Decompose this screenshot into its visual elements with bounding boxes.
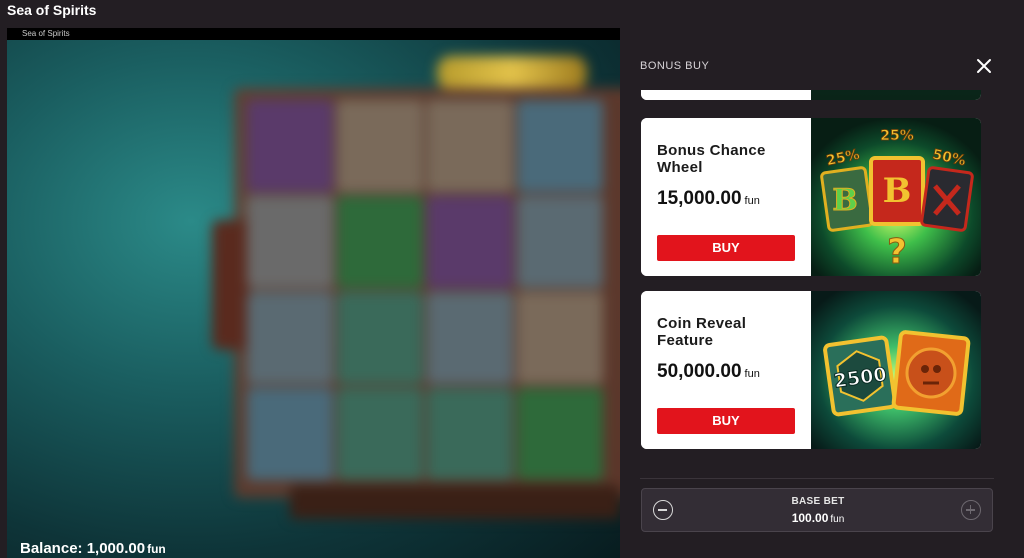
- reel-symbol: [517, 292, 603, 384]
- close-icon: [977, 59, 991, 73]
- reel-symbol: [517, 388, 603, 480]
- reel-symbol: [427, 196, 513, 288]
- reel-symbol: [247, 196, 333, 288]
- reel-symbol: [337, 196, 423, 288]
- reel-symbol: [247, 388, 333, 480]
- balance-unit: fun: [147, 542, 166, 556]
- card-name: Bonus Chance Wheel: [657, 142, 766, 176]
- card-info: [641, 90, 811, 100]
- card-info: Bonus Chance Wheel 15,000.00 fun BUY: [641, 118, 811, 276]
- odds-label: 25%: [880, 128, 914, 144]
- bonus-card-chance-wheel: Bonus Chance Wheel 15,000.00 fun BUY B B…: [641, 118, 981, 276]
- card-art-chance-wheel: B B ? 25% 25% 50%: [811, 118, 981, 276]
- bonus-chance-wheel-illustration: B B ? 25% 25% 50%: [811, 118, 981, 276]
- reel-symbol: [247, 292, 333, 384]
- window-title: Sea of Spirits: [7, 2, 97, 18]
- reel-symbol: [427, 388, 513, 480]
- game-frame-title: Sea of Spirits: [22, 29, 70, 38]
- card-price: 15,000.00 fun: [657, 188, 760, 210]
- balance-value: 1,000.00: [86, 540, 146, 557]
- reel-symbol: [337, 100, 423, 192]
- game-canvas[interactable]: Balance: 1,000.00 fun: [7, 40, 620, 558]
- balance-display: Balance: 1,000.00 fun: [20, 540, 166, 557]
- reel-symbol: [337, 388, 423, 480]
- reel-side-ornament: [212, 220, 252, 350]
- game-logo: [437, 56, 587, 90]
- bonus-buy-panel: BONUS BUY Bonus Chance Wheel 15,000.00 fu…: [620, 28, 1024, 558]
- card-price-value: 50,000.00: [657, 361, 742, 382]
- coin-reveal-illustration: 2500: [811, 291, 981, 449]
- reel-symbol: [247, 100, 333, 192]
- card-price-unit: fun: [744, 368, 760, 380]
- buy-button-coin-reveal[interactable]: BUY: [657, 408, 795, 434]
- game-topbar: Sea of Spirits: [7, 28, 620, 40]
- close-button[interactable]: [972, 54, 996, 78]
- divider: [640, 478, 994, 479]
- card-price-unit: fun: [744, 195, 760, 207]
- increase-bet-button[interactable]: [961, 500, 981, 520]
- svg-text:B: B: [883, 171, 912, 211]
- balance-label: Balance:: [20, 540, 83, 557]
- reel-symbol: [337, 292, 423, 384]
- svg-text:?: ?: [887, 232, 907, 272]
- panel-title: BONUS BUY: [640, 60, 710, 72]
- card-art: [811, 90, 981, 100]
- card-price-value: 15,000.00: [657, 188, 742, 209]
- reel-symbol: [517, 196, 603, 288]
- bonus-cards-list[interactable]: Bonus Chance Wheel 15,000.00 fun BUY B B…: [641, 90, 981, 490]
- buy-button-chance-wheel[interactable]: BUY: [657, 235, 795, 261]
- card-art-coin-reveal: 2500: [811, 291, 981, 449]
- reel-symbol: [427, 100, 513, 192]
- bonus-card-coin-reveal: Coin Reveal Feature 50,000.00 fun BUY 25…: [641, 291, 981, 449]
- base-bet-control: BASE BET 100.00 fun: [641, 488, 993, 532]
- game-frame[interactable]: Sea of Spirits Balance: 1,000.00 fun: [7, 28, 620, 558]
- base-bet-value: 100.00 fun: [642, 511, 994, 525]
- bonus-card-partial: [641, 90, 981, 100]
- svg-text:B: B: [832, 183, 857, 218]
- blurred-game-background: [7, 40, 620, 558]
- base-bet-amount: 100.00: [791, 511, 829, 525]
- base-bet-label: BASE BET: [791, 496, 845, 507]
- card-info: Coin Reveal Feature 50,000.00 fun BUY: [641, 291, 811, 449]
- base-bet-unit: fun: [830, 514, 845, 525]
- reel-grid: [247, 100, 603, 480]
- reel-symbol: [517, 100, 603, 192]
- card-price: 50,000.00 fun: [657, 361, 760, 383]
- card-name: Coin Reveal Feature: [657, 315, 747, 349]
- reel-symbol: [427, 292, 513, 384]
- game-message-bar: [290, 485, 620, 519]
